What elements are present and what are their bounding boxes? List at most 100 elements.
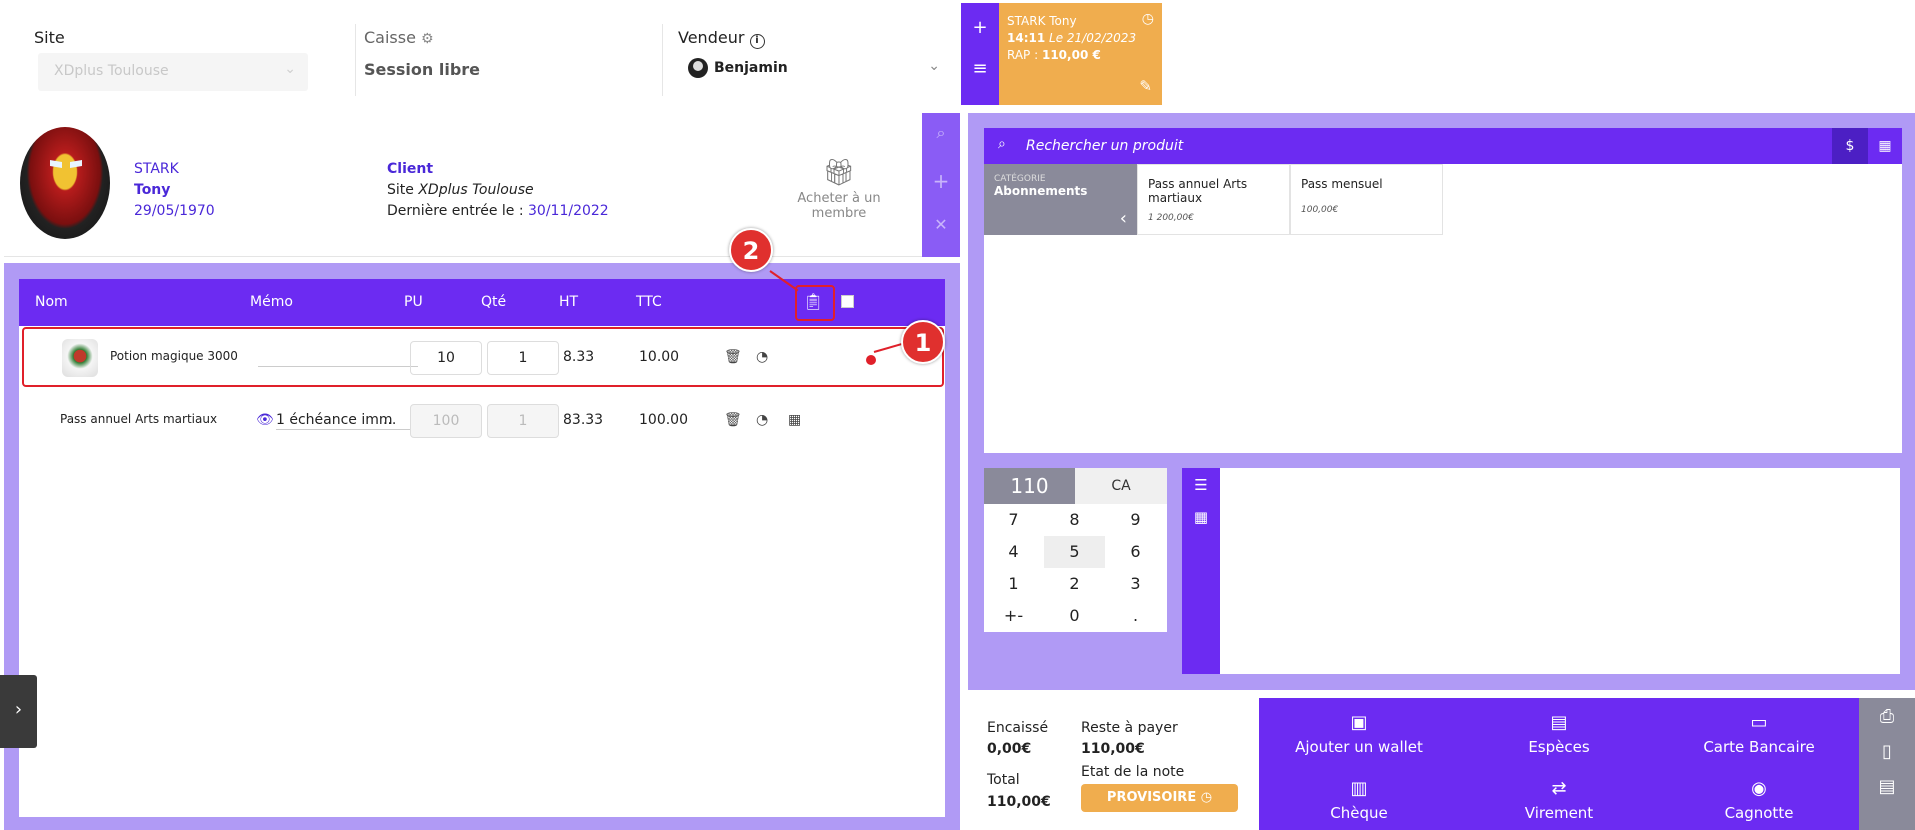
add-ticket-button[interactable]: + [961, 17, 999, 38]
clock-icon: ◷ [1141, 11, 1154, 27]
col-ttc: TTC [636, 294, 662, 310]
product-search[interactable]: ⌕ Rechercher un produit $ ▦ [984, 128, 1902, 164]
product-name: Pass annuel Arts martiaux [1148, 177, 1248, 205]
menu-icon[interactable]: ≡ [961, 58, 999, 79]
site-value: XDplus Toulouse [54, 63, 169, 79]
col-ht: HT [559, 294, 579, 310]
cash-icon: ▤ [1550, 712, 1568, 733]
key-0[interactable]: 0 [1044, 600, 1105, 632]
highlight-clipboard [795, 285, 835, 321]
encaisse-label: Encaissé [987, 720, 1049, 736]
key-9[interactable]: 9 [1105, 504, 1166, 536]
client-last-entry: Dernière entrée le : 30/11/2022 [387, 203, 609, 219]
trash-icon[interactable]: 🗑︎ [724, 412, 742, 428]
ticket-card[interactable]: STARK Tony 14:11 Le 21/02/2023 RAP : 110… [999, 3, 1162, 105]
table-row[interactable]: Pass annuel Arts martiaux 👁︎ 1 échéance … [22, 394, 942, 448]
key-6[interactable]: 6 [1105, 536, 1166, 568]
chevron-right-icon: › [14, 699, 23, 720]
reste-label: Reste à payer [1081, 720, 1178, 736]
search-input[interactable]: Rechercher un produit [1026, 138, 1183, 154]
encaisse-value: 0,00€ [987, 741, 1032, 757]
piggy-bank-button[interactable]: ◉ Cagnotte [1659, 764, 1859, 830]
col-qte: Qté [481, 294, 507, 310]
key-2[interactable]: 2 [1044, 568, 1105, 600]
keypad-ca-button[interactable]: CA [1075, 468, 1167, 504]
client-lastname: STARK [134, 161, 179, 177]
col-nom: Nom [35, 294, 68, 310]
expand-panel-button[interactable]: › [0, 675, 37, 748]
row-memo[interactable]: 1 échéance imm [276, 412, 393, 428]
gift-button[interactable]: 🎁︎ Acheter à un membre [774, 159, 904, 221]
caisse-label: Caisse ⚙ [364, 28, 434, 47]
site-select[interactable]: XDplus Toulouse ⌄ [38, 53, 308, 91]
product-tile[interactable]: Pass mensuel 100,00€ [1290, 164, 1443, 235]
category-tile[interactable]: CATÉGORIE Abonnements ‹ [984, 164, 1137, 235]
divider [355, 24, 356, 96]
client-birthdate: 29/05/1970 [134, 203, 215, 219]
piggy-bank-icon: ◉ [1751, 778, 1767, 799]
key-plusminus[interactable]: +- [983, 600, 1044, 632]
category-label: CATÉGORIE [994, 174, 1046, 184]
credit-card-icon: ▭ [1750, 712, 1768, 733]
divider [662, 24, 663, 96]
ticket-actions: + ≡ [961, 3, 999, 105]
calendar-icon[interactable]: ▦ [1182, 508, 1220, 526]
printer-icon[interactable]: ⎙ [1859, 706, 1915, 727]
key-1[interactable]: 1 [983, 568, 1044, 600]
status-badge: PROVISOIRE ◷ [1081, 784, 1238, 812]
product-name: Pass mensuel [1301, 177, 1383, 191]
key-5[interactable]: 5 [1044, 536, 1105, 568]
etat-label: Etat de la note [1081, 764, 1185, 780]
site-label: Site [34, 28, 65, 47]
info-icon[interactable]: i [749, 34, 765, 49]
chevron-down-icon: ⌄ [284, 61, 296, 77]
list-icon[interactable]: ☰ [1182, 476, 1220, 494]
client-avatar [20, 127, 110, 239]
row-memo-more: ... [383, 412, 397, 428]
reste-value: 110,00€ [1081, 741, 1145, 757]
highlight-row [22, 327, 944, 387]
vendeur-value: Benjamin [714, 60, 788, 76]
transfer-button[interactable]: ⇄ Virement [1459, 764, 1659, 830]
currency-filter-icon[interactable]: $ [1832, 128, 1868, 164]
cheque-button[interactable]: ▥ Chèque [1259, 764, 1459, 830]
close-icon[interactable]: ✕ [922, 215, 960, 234]
key-7[interactable]: 7 [983, 504, 1044, 536]
edit-icon[interactable]: ✎ [1139, 78, 1152, 95]
search-icon[interactable]: ⌕ [922, 123, 960, 143]
eye-icon[interactable]: 👁︎ [256, 412, 274, 428]
key-4[interactable]: 4 [983, 536, 1044, 568]
vendeur-select[interactable]: Benjamin ⌄ [688, 58, 946, 88]
ticket-rap-label: RAP : [1007, 48, 1039, 62]
annotation-dot [866, 355, 876, 365]
calendar-icon[interactable]: ▦ [788, 412, 804, 428]
gear-icon[interactable]: ⚙ [421, 31, 434, 47]
ticket-name: STARK Tony [1007, 14, 1077, 28]
cash-button[interactable]: ▤ Espèces [1459, 698, 1659, 764]
ticket-rap-value: 110,00 € [1041, 48, 1101, 62]
list-tools: ☰ ▦ [1182, 468, 1220, 674]
gift-icon: 🎁︎ [822, 158, 856, 188]
key-3[interactable]: 3 [1105, 568, 1166, 600]
chevron-down-icon: ⌄ [928, 58, 940, 74]
calendar-icon[interactable]: ▦ [1868, 128, 1902, 164]
print-tools: ⎙ ▯ ▤ [1859, 698, 1915, 830]
product-tile[interactable]: Pass annuel Arts martiaux 1 200,00€ [1137, 164, 1290, 235]
discount-icon[interactable]: ◔ [756, 412, 772, 428]
add-wallet-button[interactable]: ▣ Ajouter un wallet [1259, 698, 1459, 764]
row-name: Pass annuel Arts martiaux [60, 412, 218, 426]
receipt-icon[interactable]: ▯ [1859, 741, 1915, 762]
chevron-left-icon[interactable]: ‹ [1120, 208, 1127, 229]
col-memo: Mémo [250, 294, 293, 310]
credit-card-button[interactable]: ▭ Carte Bancaire [1659, 698, 1859, 764]
pu-input: 100 [410, 404, 482, 438]
pdf-icon[interactable]: ▤ [1859, 776, 1915, 797]
avatar [688, 58, 708, 78]
clock-icon: ◷ [1200, 790, 1213, 805]
add-icon[interactable]: + [922, 169, 960, 193]
memo-underline [276, 429, 418, 430]
key-dot[interactable]: . [1105, 600, 1166, 632]
key-8[interactable]: 8 [1044, 504, 1105, 536]
select-all-checkbox[interactable] [841, 295, 854, 308]
keypad-display: 110 [984, 468, 1075, 504]
